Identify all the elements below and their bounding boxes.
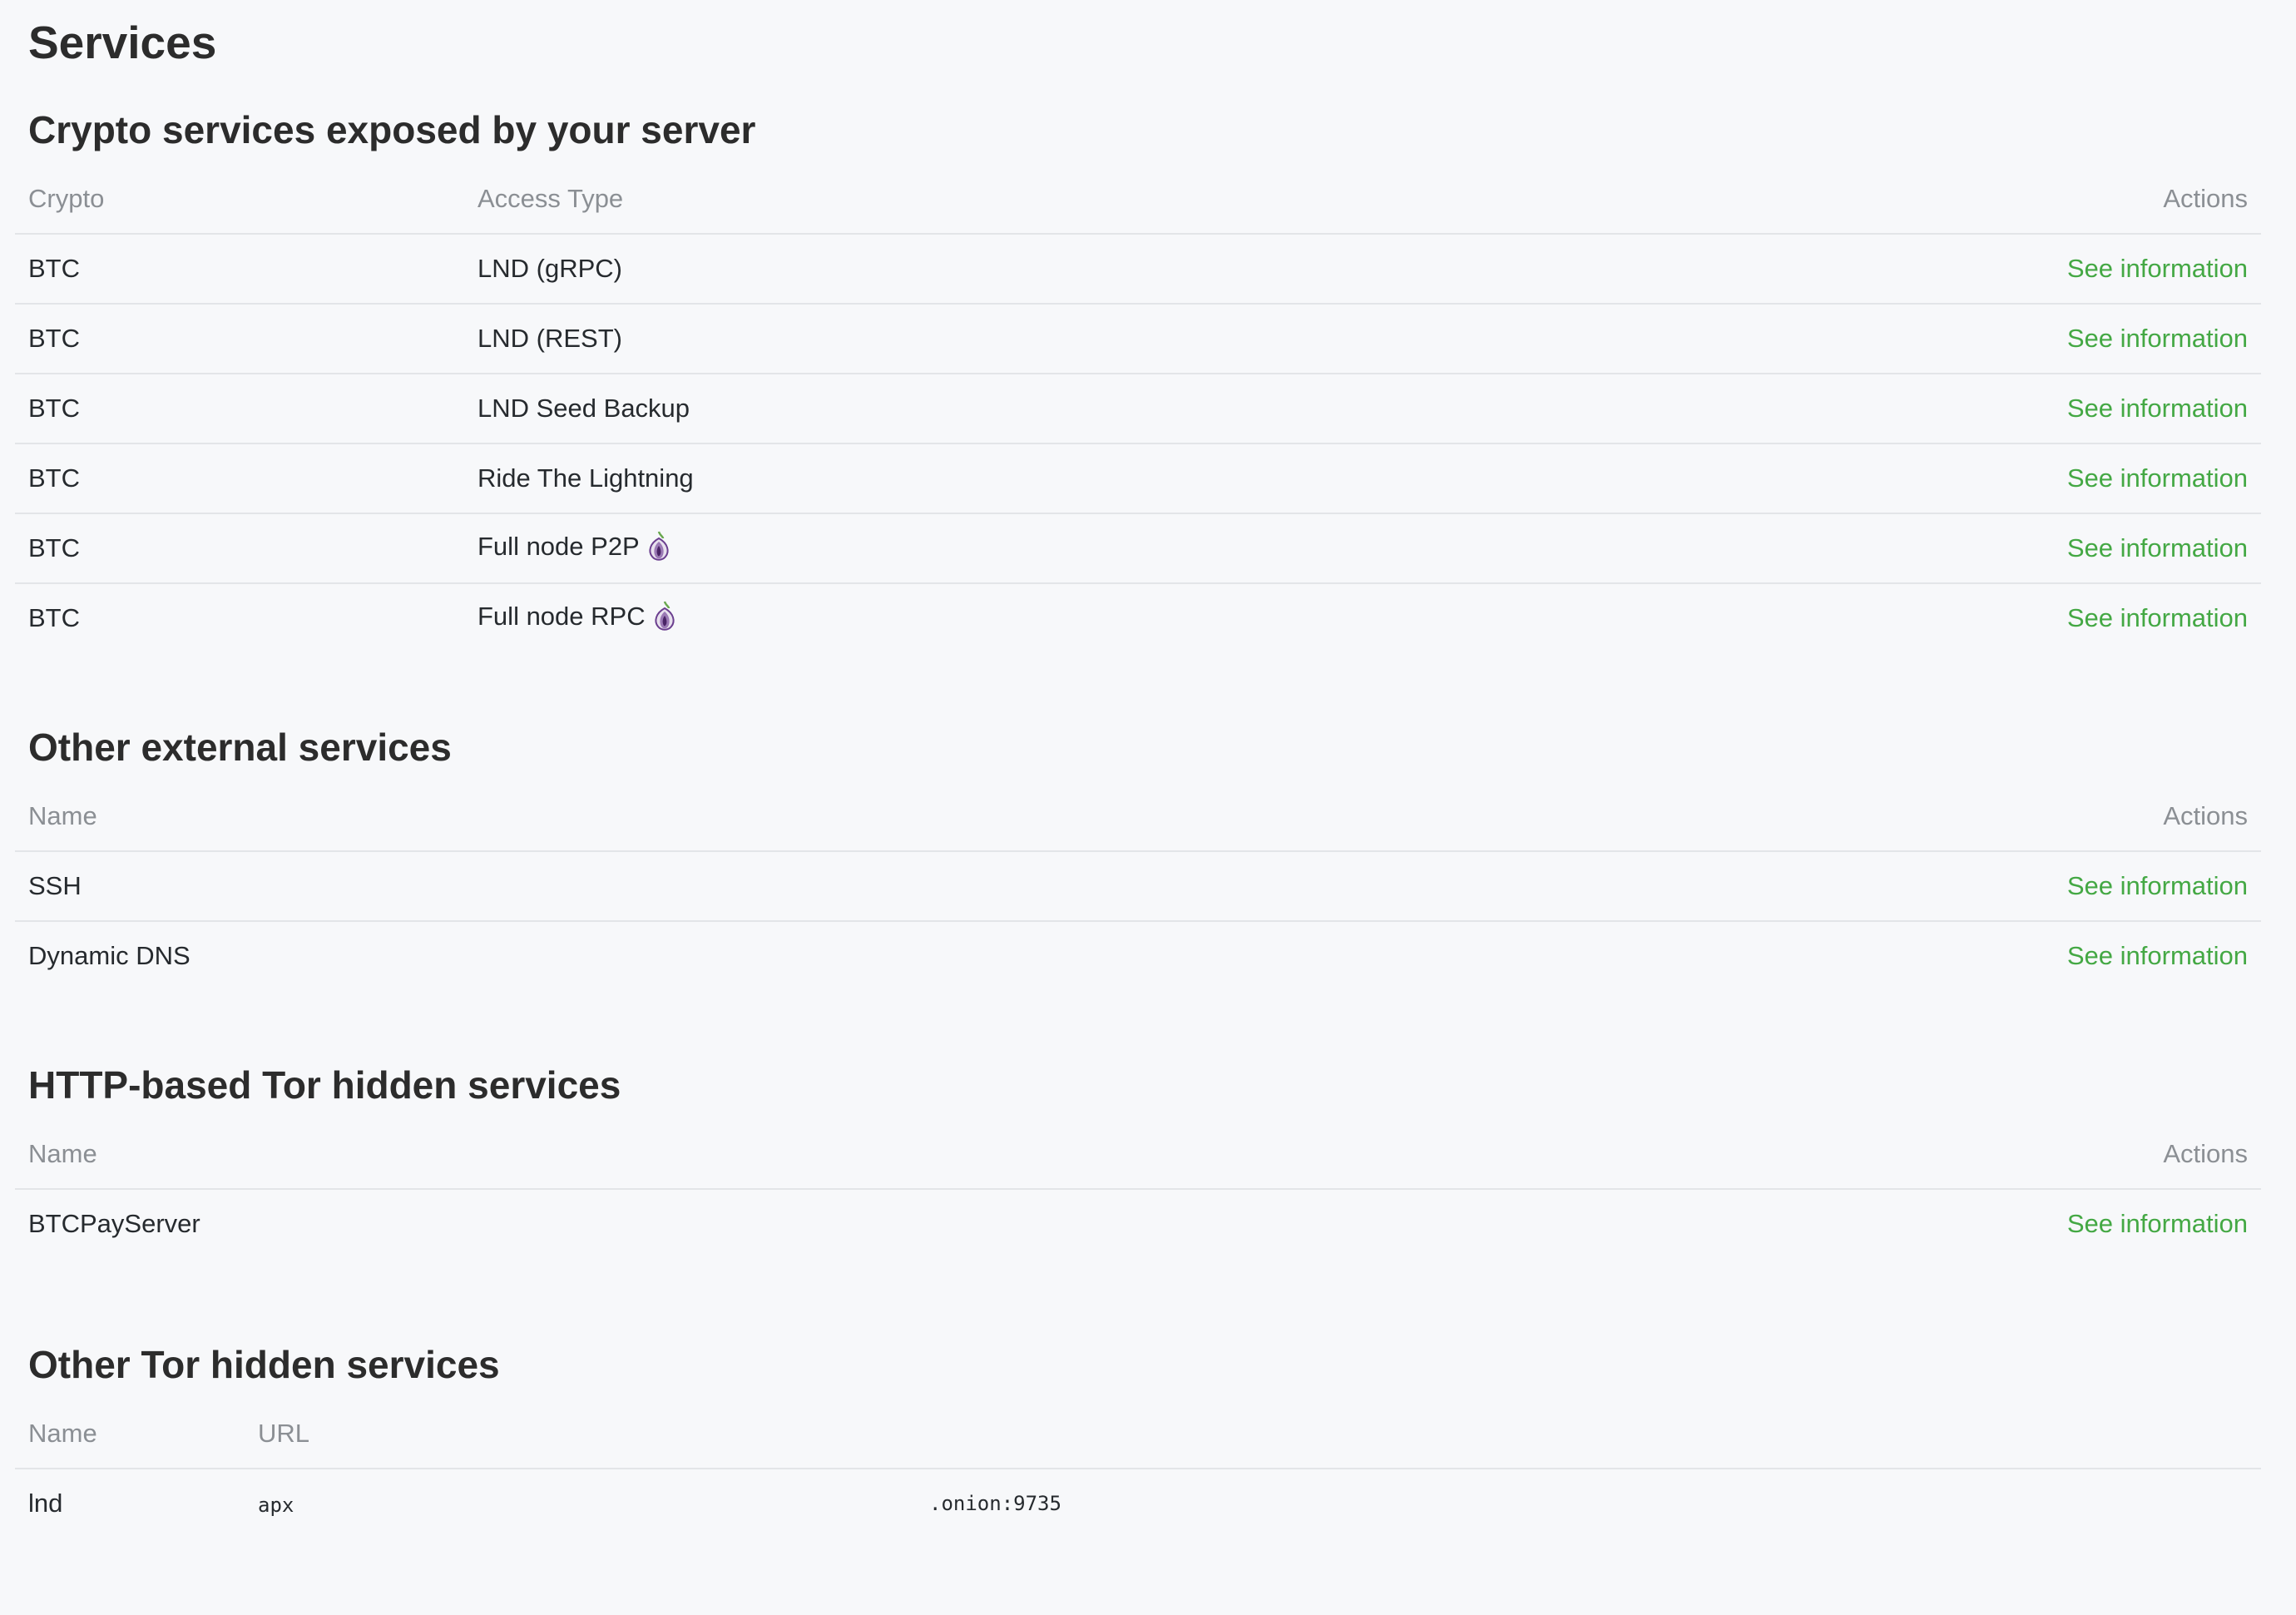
onion-url-suffix: .onion:9735 [929,1492,1061,1515]
see-information-link[interactable]: See information [2067,254,2248,283]
name-cell: BTCPayServer [28,1209,200,1238]
see-information-link[interactable]: See information [2067,533,2248,562]
see-information-link[interactable]: See information [2067,463,2248,493]
column-header-access-type: Access Type [464,165,1433,235]
table-row: Dynamic DNS See information [15,921,2261,990]
table-header-row: Crypto Access Type Actions [15,165,2261,235]
services-page: Services Crypto services exposed by your… [0,0,2296,1615]
crypto-cell: BTC [28,603,80,632]
column-header-actions: Actions [1114,1120,2261,1190]
page-title: Services [28,17,217,68]
url-cell[interactable]: apx .onion:9735 [245,1469,2261,1538]
see-information-link[interactable]: See information [2067,871,2248,900]
table-row: lnd apx .onion:9735 [15,1469,2261,1538]
crypto-cell: BTC [15,234,464,305]
table-row: BTC LND (REST) See information [15,304,2261,374]
other-external-services-table: Name Actions SSH See information Dynamic… [15,782,2261,990]
name-cell: SSH [15,851,1086,922]
other-tor-services-table: Name URL lnd apx .onion:9735 [15,1400,2261,1538]
see-information-link[interactable]: See information [2067,324,2248,353]
table-row: BTC LND (gRPC) See information [15,234,2261,305]
name-cell: lnd [28,1489,63,1518]
tor-onion-icon [645,528,673,562]
crypto-services-table: Crypto Access Type Actions BTC LND (gRPC… [15,165,2261,652]
crypto-cell: BTC [15,374,464,444]
http-tor-services-title: HTTP-based Tor hidden services [28,1063,621,1107]
access-type-cell: Full node P2P [464,513,1433,584]
name-cell: Dynamic DNS [28,941,191,970]
column-header-actions: Actions [1085,782,2261,852]
see-information-link[interactable]: See information [2067,941,2248,970]
crypto-cell: BTC [15,443,464,514]
crypto-cell: BTC [15,304,464,374]
table-header-row: Name URL [15,1400,2261,1469]
access-type-cell: LND (REST) [464,304,1433,374]
access-type-cell: LND (gRPC) [464,234,1433,305]
table-row: BTCPayServer See information [15,1189,2261,1258]
see-information-link[interactable]: See information [2067,394,2248,423]
table-row: BTC LND Seed Backup See information [15,374,2261,444]
table-row: BTC Ride The Lightning See information [15,443,2261,514]
access-type-cell: LND Seed Backup [464,374,1433,444]
access-type-cell: Ride The Lightning [464,443,1433,514]
column-header-name: Name [15,782,1086,852]
onion-url-prefix: apx [258,1494,294,1517]
access-type-cell: Full node RPC [464,583,1433,652]
table-row: BTC Full node RPC See information [15,583,2261,652]
see-information-link[interactable]: See information [2067,603,2248,632]
column-header-name: Name [15,1120,1115,1190]
crypto-cell: BTC [15,513,464,584]
column-header-name: Name [15,1400,245,1469]
http-tor-services-table: Name Actions BTCPayServer See informatio… [15,1120,2261,1258]
table-header-row: Name Actions [15,1120,2261,1190]
table-header-row: Name Actions [15,782,2261,852]
column-header-url: URL [245,1400,2261,1469]
column-header-crypto: Crypto [15,165,464,235]
table-row: SSH See information [15,851,2261,922]
column-header-actions: Actions [1433,165,2261,235]
crypto-services-title: Crypto services exposed by your server [28,108,756,151]
table-row: BTC Full node P2P See information [15,513,2261,584]
access-type-label: Full node RPC [478,602,646,632]
tor-onion-icon [651,598,679,632]
access-type-label: Full node P2P [478,532,640,562]
see-information-link[interactable]: See information [2067,1209,2248,1238]
other-tor-services-title: Other Tor hidden services [28,1343,500,1386]
other-external-services-title: Other external services [28,726,452,769]
